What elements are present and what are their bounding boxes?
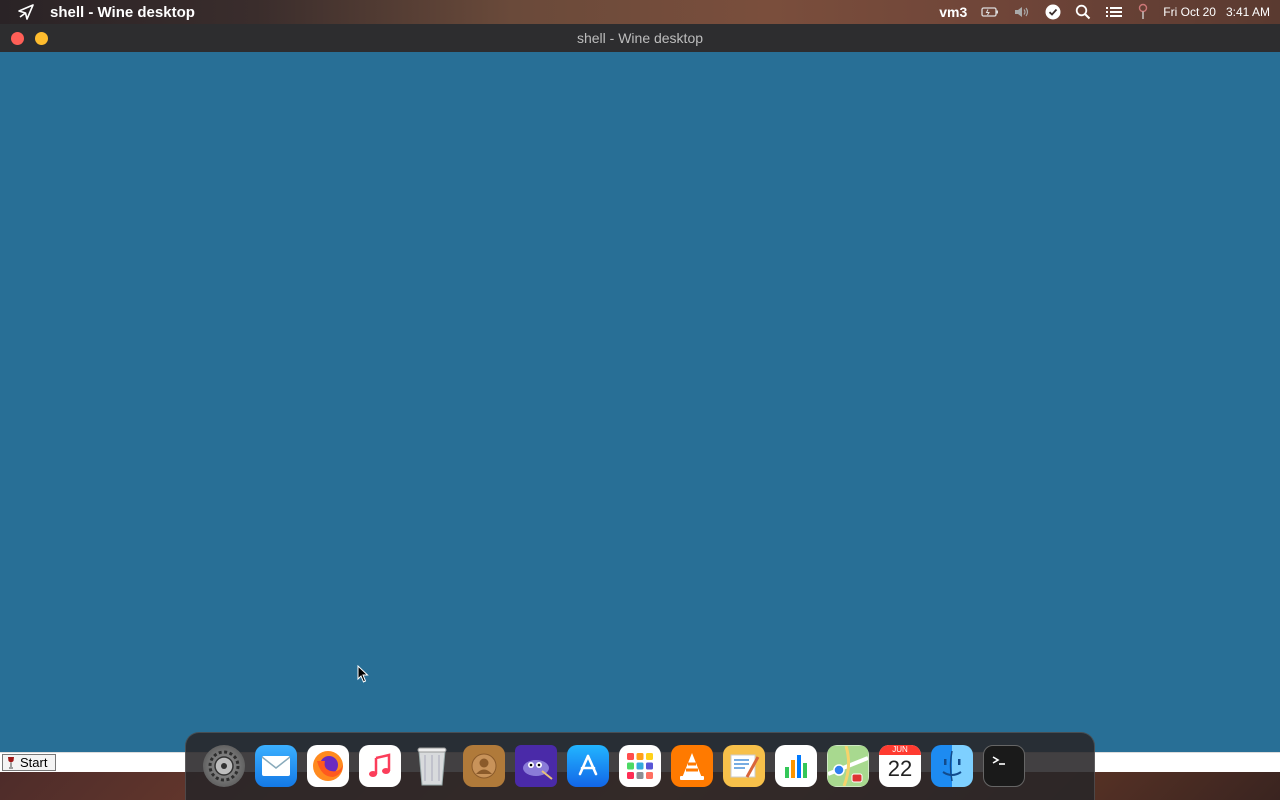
mouse-cursor-icon — [357, 664, 369, 688]
vlc-icon — [676, 750, 708, 782]
terminal-icon — [988, 750, 1020, 782]
dock-item-maps[interactable] — [827, 745, 869, 787]
textedit-icon — [727, 749, 761, 783]
trash-icon — [415, 745, 449, 787]
gear-icon — [206, 748, 242, 784]
contacts-icon — [469, 751, 499, 781]
wine-desktop-area[interactable] — [0, 52, 1280, 752]
battery-icon[interactable] — [981, 6, 999, 18]
dock-item-vlc[interactable] — [671, 745, 713, 787]
time-label[interactable]: 3:41 AM — [1226, 5, 1270, 19]
location-pin-icon[interactable] — [1137, 3, 1149, 21]
launcher-icon[interactable] — [14, 0, 38, 24]
search-icon[interactable] — [1075, 4, 1091, 20]
maps-icon — [828, 746, 868, 786]
finder-icon — [935, 749, 969, 783]
minimize-button[interactable] — [35, 32, 48, 45]
music-icon — [365, 751, 395, 781]
dock-item-terminal[interactable] — [983, 745, 1025, 787]
dock-item-launchpad[interactable] — [619, 745, 661, 787]
window-titlebar[interactable]: shell - Wine desktop — [0, 24, 1280, 52]
status-area: vm3 Fri Oct 20 3:41 AM — [925, 0, 1270, 24]
dock-item-app-store[interactable] — [567, 745, 609, 787]
dock-item-finder[interactable] — [931, 745, 973, 787]
top-menu-bar: shell - Wine desktop vm3 Fri Oct 20 3:41… — [0, 0, 1280, 24]
list-icon[interactable] — [1105, 5, 1123, 19]
dock-item-contacts[interactable] — [463, 745, 505, 787]
calendar-icon: JUN 22 — [879, 745, 921, 783]
date-label[interactable]: Fri Oct 20 — [1163, 5, 1216, 19]
dock-item-calendar[interactable]: JUN 22 — [879, 745, 921, 787]
dock-item-numbers[interactable] — [775, 745, 817, 787]
close-button[interactable] — [11, 32, 24, 45]
start-label: Start — [20, 755, 48, 770]
dock-item-gimp[interactable] — [515, 745, 557, 787]
active-app-title[interactable]: shell - Wine desktop — [50, 4, 195, 21]
app-store-icon — [573, 751, 603, 781]
dock: JUN 22 — [185, 732, 1095, 800]
dock-item-firefox[interactable] — [307, 745, 349, 787]
dock-item-textedit[interactable] — [723, 745, 765, 787]
calendar-day: 22 — [887, 756, 913, 781]
hostname-label[interactable]: vm3 — [939, 4, 967, 20]
dock-item-mail[interactable] — [255, 745, 297, 787]
launchpad-icon — [624, 750, 656, 782]
dock-item-trash[interactable] — [411, 745, 453, 787]
volume-icon[interactable] — [1013, 5, 1031, 19]
dock-item-music[interactable] — [359, 745, 401, 787]
gimp-icon — [518, 751, 554, 781]
wine-desktop-window: shell - Wine desktop — [0, 24, 1280, 752]
chart-icon — [781, 751, 811, 781]
firefox-icon — [311, 749, 345, 783]
start-button[interactable]: Start — [2, 754, 56, 771]
mail-icon — [261, 755, 291, 777]
window-title: shell - Wine desktop — [576, 30, 704, 46]
check-circle-icon[interactable] — [1045, 4, 1061, 20]
calendar-month: JUN — [879, 745, 921, 755]
wine-glass-icon — [7, 756, 17, 769]
dock-item-system-preferences[interactable] — [203, 745, 245, 787]
